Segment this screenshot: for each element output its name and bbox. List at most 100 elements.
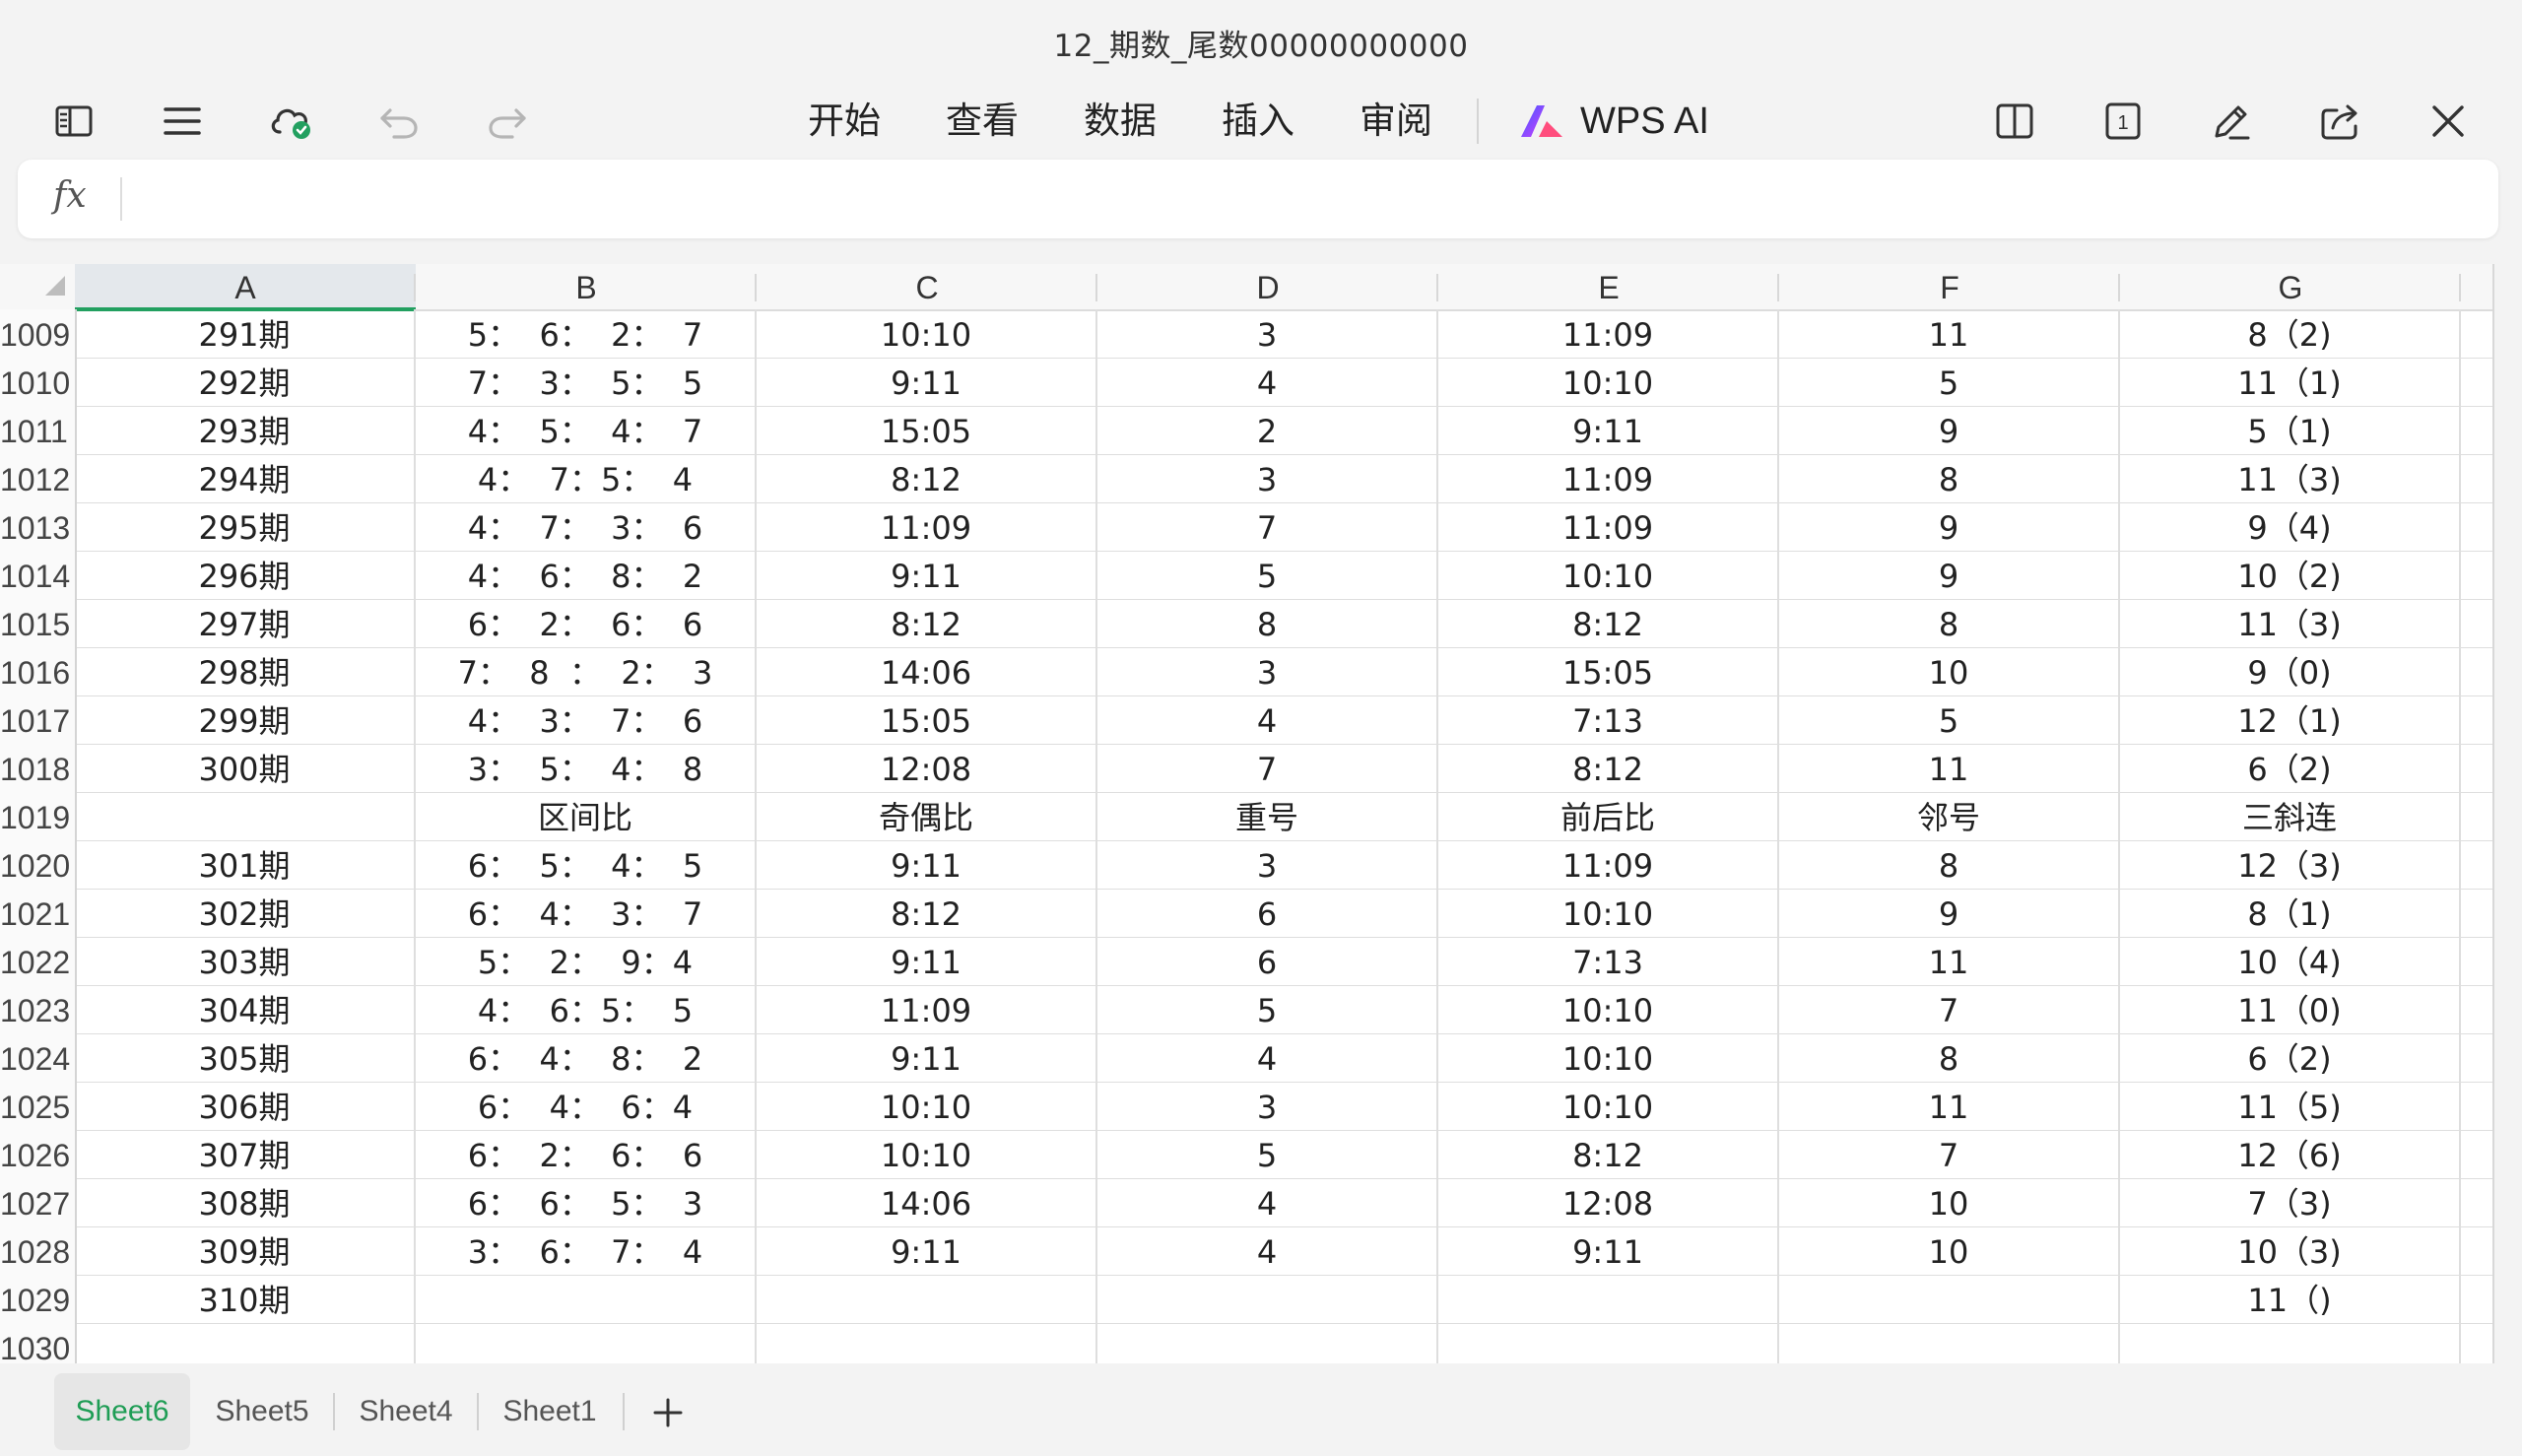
cell-f[interactable]: 9 <box>1779 889 2120 937</box>
cell-b[interactable]: 6： 6： 5： 3 <box>416 1178 757 1226</box>
row-number[interactable]: 1018 <box>0 744 77 792</box>
cell-c[interactable]: 10:10 <box>757 1130 1097 1178</box>
cell-c[interactable]: 9:11 <box>757 551 1097 599</box>
close-icon[interactable] <box>2421 94 2476 149</box>
row-number[interactable]: 1011 <box>0 406 77 454</box>
cell-c[interactable]: 奇偶比 <box>757 792 1097 840</box>
cell-f[interactable]: 9 <box>1779 406 2120 454</box>
cell-g[interactable]: 12（6) <box>2120 1130 2461 1178</box>
cell-e[interactable]: 11:09 <box>1438 502 1779 551</box>
cell-e[interactable]: 7:13 <box>1438 695 1779 744</box>
cell-b[interactable]: 4： 7：5： 4 <box>416 454 757 502</box>
cell-c[interactable]: 10:10 <box>757 309 1097 358</box>
cell-f[interactable]: 5 <box>1779 358 2120 406</box>
cell-b[interactable]: 4： 3： 7： 6 <box>416 695 757 744</box>
pen-edit-icon[interactable] <box>2204 94 2259 149</box>
cell-d[interactable] <box>1097 1275 1438 1323</box>
menu-start[interactable]: 开始 <box>808 97 881 146</box>
redo-icon[interactable] <box>480 94 535 149</box>
cell-c[interactable]: 15:05 <box>757 406 1097 454</box>
cell-f[interactable] <box>1779 1275 2120 1323</box>
row-number[interactable]: 1019 <box>0 792 77 840</box>
cell-f[interactable]: 10 <box>1779 1178 2120 1226</box>
cell-a[interactable]: 308期 <box>75 1178 416 1226</box>
column-header-c[interactable]: C <box>757 264 1097 309</box>
undo-icon[interactable] <box>371 94 427 149</box>
cell-e[interactable]: 10:10 <box>1438 1033 1779 1082</box>
spreadsheet-grid[interactable]: ABCDEFG 1009 291期 5： 6： 2： 7 10:10 3 11:09 11 8… <box>0 264 2494 1363</box>
cell-g[interactable]: 11（5) <box>2120 1082 2461 1130</box>
row-number[interactable]: 1010 <box>0 358 77 406</box>
cell-f[interactable]: 11 <box>1779 937 2120 985</box>
cell-a[interactable]: 310期 <box>75 1275 416 1323</box>
row-number[interactable]: 1025 <box>0 1082 77 1130</box>
select-all-corner[interactable] <box>0 264 75 309</box>
cell-g[interactable]: 5（1) <box>2120 406 2461 454</box>
cell-d[interactable]: 5 <box>1097 551 1438 599</box>
cell-c[interactable]: 8:12 <box>757 889 1097 937</box>
cell-c[interactable]: 8:12 <box>757 599 1097 647</box>
cell-g[interactable] <box>2120 1323 2461 1363</box>
row-number[interactable]: 1024 <box>0 1033 77 1082</box>
cell-f[interactable]: 8 <box>1779 454 2120 502</box>
cell-g[interactable]: 8（2) <box>2120 309 2461 358</box>
cell-d[interactable]: 3 <box>1097 840 1438 889</box>
cell-a[interactable] <box>75 792 416 840</box>
row-number[interactable]: 1014 <box>0 551 77 599</box>
cell-f[interactable]: 9 <box>1779 551 2120 599</box>
cell-f[interactable]: 7 <box>1779 1130 2120 1178</box>
sheet-tab-sheet6[interactable]: Sheet6 <box>54 1373 190 1450</box>
cell-e[interactable]: 11:09 <box>1438 840 1779 889</box>
cell-a[interactable]: 304期 <box>75 985 416 1033</box>
cell-d[interactable]: 3 <box>1097 647 1438 695</box>
cell-a[interactable]: 303期 <box>75 937 416 985</box>
cell-g[interactable]: 9（4) <box>2120 502 2461 551</box>
cell-e[interactable]: 10:10 <box>1438 358 1779 406</box>
cell-a[interactable] <box>75 1323 416 1363</box>
cell-e[interactable]: 10:10 <box>1438 985 1779 1033</box>
cell-g[interactable]: 6（2) <box>2120 744 2461 792</box>
menu-insert[interactable]: 插入 <box>1222 97 1294 146</box>
cell-e[interactable]: 11:09 <box>1438 309 1779 358</box>
cell-e[interactable]: 8:12 <box>1438 1130 1779 1178</box>
cell-d[interactable]: 2 <box>1097 406 1438 454</box>
cell-b[interactable]: 6： 4： 6：4 <box>416 1082 757 1130</box>
cell-b[interactable]: 4： 5： 4： 7 <box>416 406 757 454</box>
cell-d[interactable]: 4 <box>1097 1226 1438 1275</box>
cell-f[interactable]: 7 <box>1779 985 2120 1033</box>
cell-f[interactable]: 11 <box>1779 309 2120 358</box>
cell-g[interactable]: 10（3) <box>2120 1226 2461 1275</box>
cell-f[interactable]: 8 <box>1779 840 2120 889</box>
cell-d[interactable]: 3 <box>1097 309 1438 358</box>
cell-b[interactable]: 7： 3： 5： 5 <box>416 358 757 406</box>
sheet-tab-sheet4[interactable]: Sheet4 <box>343 1373 469 1450</box>
cell-b[interactable]: 4： 6：5： 5 <box>416 985 757 1033</box>
cell-g[interactable]: 10（2) <box>2120 551 2461 599</box>
cell-g[interactable]: 7（3) <box>2120 1178 2461 1226</box>
cell-e[interactable]: 7:13 <box>1438 937 1779 985</box>
cell-a[interactable]: 295期 <box>75 502 416 551</box>
column-header-a[interactable]: A <box>75 264 416 311</box>
sheet-tab-sheet5[interactable]: Sheet5 <box>199 1373 325 1450</box>
cell-c[interactable]: 12:08 <box>757 744 1097 792</box>
cell-g[interactable]: 11（1) <box>2120 358 2461 406</box>
cell-b[interactable] <box>416 1323 757 1363</box>
column-header-g[interactable]: G <box>2120 264 2461 309</box>
cell-a[interactable]: 305期 <box>75 1033 416 1082</box>
cell-a[interactable]: 294期 <box>75 454 416 502</box>
row-number[interactable]: 1023 <box>0 985 77 1033</box>
cell-f[interactable]: 邻号 <box>1779 792 2120 840</box>
row-number[interactable]: 1013 <box>0 502 77 551</box>
cell-a[interactable]: 299期 <box>75 695 416 744</box>
cell-f[interactable]: 11 <box>1779 744 2120 792</box>
wps-ai-button[interactable]: WPS AI <box>1517 97 1709 146</box>
cell-c[interactable]: 11:09 <box>757 502 1097 551</box>
cell-b[interactable]: 4： 7： 3： 6 <box>416 502 757 551</box>
share-icon[interactable] <box>2312 94 2367 149</box>
cell-a[interactable]: 309期 <box>75 1226 416 1275</box>
cell-d[interactable]: 6 <box>1097 937 1438 985</box>
cell-e[interactable]: 9:11 <box>1438 406 1779 454</box>
cell-d[interactable]: 8 <box>1097 599 1438 647</box>
split-view-icon[interactable] <box>1987 94 2042 149</box>
menu-data[interactable]: 数据 <box>1084 97 1157 146</box>
